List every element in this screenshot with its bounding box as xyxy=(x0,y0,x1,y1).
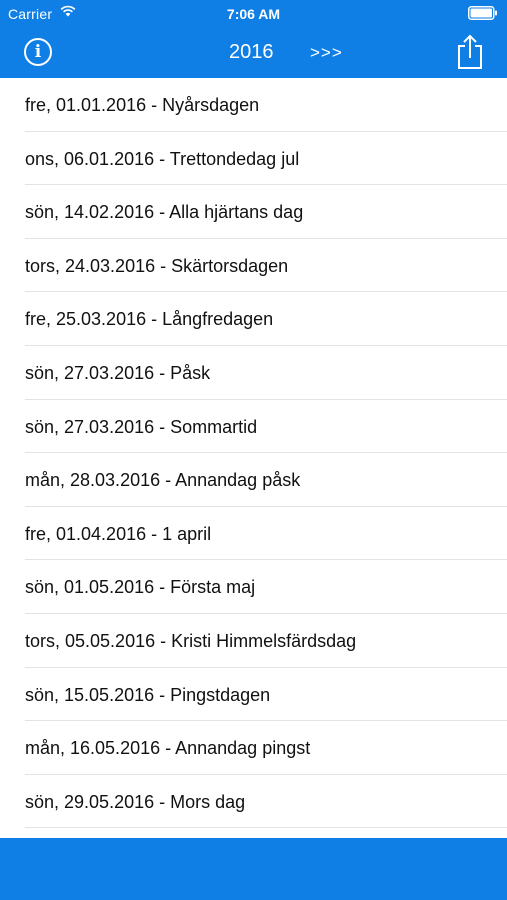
top-bar: Carrier 7:06 AM i 2016 >>> xyxy=(0,0,507,78)
share-icon[interactable] xyxy=(456,34,484,70)
list-item[interactable]: sön, 01.05.2016 - Första maj xyxy=(0,560,507,614)
bottom-bar xyxy=(0,838,507,900)
list-item-label: fre, 25.03.2016 - Långfredagen xyxy=(25,309,274,330)
list-item[interactable]: fre, 01.04.2016 - 1 april xyxy=(0,507,507,561)
list-item[interactable]: fre, 01.01.2016 - Nyårsdagen xyxy=(0,78,507,132)
list-item-label: sön, 27.03.2016 - Påsk xyxy=(25,362,211,383)
list-item-label: sön, 15.05.2016 - Pingstdagen xyxy=(25,684,271,705)
list-item-label: tors, 05.05.2016 - Kristi Himmelsfärdsda… xyxy=(25,630,357,651)
list-item-label: ons, 06.01.2016 - Trettondedag jul xyxy=(25,148,300,169)
list-item-label: sön, 27.03.2016 - Sommartid xyxy=(25,416,258,437)
list-item[interactable]: sön, 27.03.2016 - Påsk xyxy=(0,346,507,400)
next-year-button[interactable]: >>> xyxy=(310,43,343,63)
list-item-label: mån, 28.03.2016 - Annandag påsk xyxy=(25,470,301,491)
list-item-label: sön, 14.02.2016 - Alla hjärtans dag xyxy=(25,202,304,223)
list-item[interactable]: fre, 25.03.2016 - Långfredagen xyxy=(0,292,507,346)
list-item[interactable]: ons, 06.01.2016 - Trettondedag jul xyxy=(0,132,507,186)
info-button[interactable]: i xyxy=(24,38,52,66)
list-item[interactable]: tors, 05.05.2016 - Kristi Himmelsfärdsda… xyxy=(0,614,507,668)
battery-icon xyxy=(468,6,497,20)
list-item[interactable]: mån, 16.05.2016 - Annandag pingst xyxy=(0,721,507,775)
app-screen: Carrier 7:06 AM i 2016 >>> fre, 01.01.20… xyxy=(0,0,507,900)
list-item[interactable]: tors, 24.03.2016 - Skärtorsdagen xyxy=(0,239,507,293)
holiday-list: fre, 01.01.2016 - Nyårsdagen ons, 06.01.… xyxy=(0,78,507,838)
list-item[interactable] xyxy=(0,828,507,838)
year-title: 2016 xyxy=(229,41,274,63)
list-item[interactable]: sön, 14.02.2016 - Alla hjärtans dag xyxy=(0,185,507,239)
list-item[interactable]: sön, 15.05.2016 - Pingstdagen xyxy=(0,668,507,722)
nav-bar: i 2016 >>> xyxy=(0,28,507,78)
info-icon: i xyxy=(34,41,42,62)
list-item-label: tors, 24.03.2016 - Skärtorsdagen xyxy=(25,255,289,276)
status-bar: Carrier 7:06 AM xyxy=(0,0,507,28)
list-item-label: mån, 16.05.2016 - Annandag pingst xyxy=(25,738,311,759)
status-time: 7:06 AM xyxy=(226,6,281,22)
list-item[interactable]: sön, 27.03.2016 - Sommartid xyxy=(0,400,507,454)
list-item[interactable]: sön, 29.05.2016 - Mors dag xyxy=(0,775,507,829)
list-item-label: sön, 01.05.2016 - Första maj xyxy=(25,577,256,598)
list-item[interactable]: mån, 28.03.2016 - Annandag påsk xyxy=(0,453,507,507)
list-item-label: sön, 29.05.2016 - Mors dag xyxy=(25,791,246,812)
list-item-label: fre, 01.01.2016 - Nyårsdagen xyxy=(25,95,260,115)
list-item-label: fre, 01.04.2016 - 1 april xyxy=(25,523,212,544)
